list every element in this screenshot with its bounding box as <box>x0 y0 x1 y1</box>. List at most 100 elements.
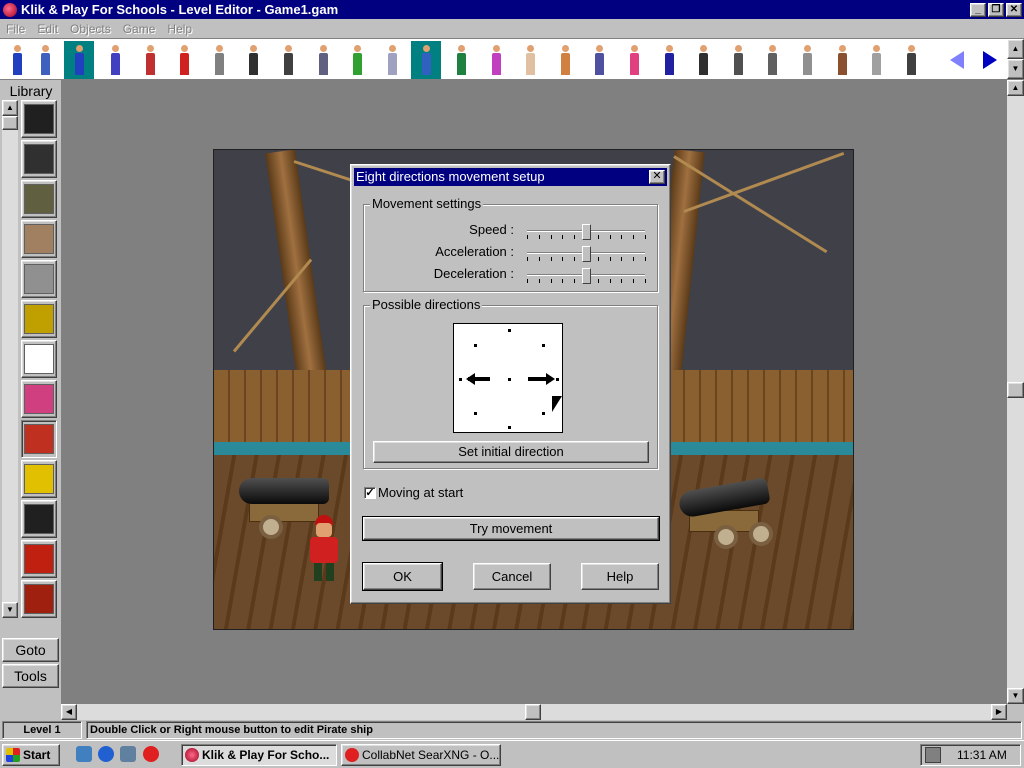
object-figure-icon[interactable] <box>550 41 580 79</box>
scroll-left-arrow[interactable]: ◀ <box>61 704 77 720</box>
smiley-face-icon <box>24 344 54 374</box>
horizontal-scroll-thumb[interactable] <box>525 704 541 720</box>
browser-icon[interactable] <box>98 746 114 762</box>
task-klik-play[interactable]: Klik & Play For Scho... <box>181 744 337 766</box>
cancel-button[interactable]: Cancel <box>473 563 551 590</box>
library-item-king[interactable] <box>21 460 57 498</box>
object-figure-icon[interactable] <box>619 41 649 79</box>
slider-thumb[interactable] <box>582 246 591 262</box>
library-scroll-thumb[interactable] <box>2 116 18 130</box>
opera-icon[interactable] <box>143 746 159 762</box>
object-figure-icon[interactable] <box>377 41 407 79</box>
tray-icon[interactable] <box>925 747 941 763</box>
object-figure-icon[interactable] <box>861 41 891 79</box>
object-figure-icon[interactable] <box>688 41 718 79</box>
slider-thumb[interactable] <box>582 224 591 240</box>
dialog-close-button[interactable]: ✕ <box>649 170 665 184</box>
restore-button[interactable]: ❐ <box>988 2 1004 17</box>
object-figure-icon[interactable] <box>169 41 199 79</box>
object-figure-icon[interactable] <box>827 41 857 79</box>
object-figure-icon[interactable] <box>273 41 303 79</box>
scroll-left-icon[interactable] <box>942 41 972 79</box>
task-searxng[interactable]: CollabNet SearXNG - O... <box>341 744 501 766</box>
channels-icon[interactable] <box>120 746 136 762</box>
object-figure-icon[interactable] <box>204 41 234 79</box>
library-panel: Library ▲ ▼ Goto Tools <box>0 80 61 720</box>
slider-label: Acceleration : <box>435 244 514 259</box>
scroll-right-arrow[interactable]: ▶ <box>991 704 1007 720</box>
direction-selector[interactable] <box>453 323 563 433</box>
library-item-clown[interactable] <box>21 420 57 458</box>
ok-button[interactable]: OK <box>362 562 443 591</box>
start-button[interactable]: Start <box>2 744 60 766</box>
library-item-building[interactable] <box>21 220 57 258</box>
eight-directions-icon[interactable] <box>30 41 60 79</box>
menu-edit[interactable]: Edit <box>31 22 64 36</box>
workspace-vertical-scrollbar[interactable]: ▲ ▼ <box>1007 80 1024 704</box>
library-item-clapperboard-2[interactable] <box>21 140 57 178</box>
wheel <box>714 525 738 549</box>
menu-objects[interactable]: Objects <box>64 22 117 36</box>
menu-file[interactable]: File <box>0 22 31 36</box>
library-item-camera[interactable] <box>21 260 57 298</box>
clapperboard-1-icon <box>24 104 54 134</box>
library-item-clapperboard-1[interactable] <box>21 100 57 138</box>
object-figure-icon[interactable] <box>135 41 165 79</box>
menu-game[interactable]: Game <box>117 22 162 36</box>
moving-at-start-checkbox[interactable]: ✓ <box>364 487 376 499</box>
slider-track[interactable] <box>527 268 646 284</box>
library-item-key[interactable] <box>21 300 57 338</box>
object-figure-icon[interactable] <box>757 41 787 79</box>
level-indicator: Level 1 <box>2 721 82 739</box>
slider-track[interactable] <box>527 246 646 262</box>
object-figure-icon[interactable] <box>446 41 476 79</box>
tools-button[interactable]: Tools <box>2 664 59 688</box>
object-figure-icon[interactable] <box>238 41 268 79</box>
object-figure-icon[interactable] <box>515 41 545 79</box>
selected-movement-icon[interactable] <box>64 41 94 79</box>
show-desktop-icon[interactable] <box>76 746 92 762</box>
object-figure-icon[interactable] <box>481 41 511 79</box>
pirate-character[interactable] <box>300 515 350 585</box>
library-item-monster[interactable] <box>21 580 57 618</box>
toolbar-up-arrow[interactable]: ▲ <box>1007 39 1024 59</box>
klik-play-icon <box>185 748 199 762</box>
workspace-horizontal-scrollbar[interactable]: ◀ ▶ <box>61 704 1007 720</box>
library-scroll-up[interactable]: ▲ <box>2 100 18 116</box>
object-figure-icon[interactable] <box>411 41 442 79</box>
menu-help[interactable]: Help <box>161 22 198 36</box>
object-figure-icon[interactable] <box>308 41 338 79</box>
library-item-score-counter[interactable] <box>21 180 57 218</box>
library-item-witch[interactable] <box>21 500 57 538</box>
object-figure-icon[interactable] <box>792 41 822 79</box>
moving-at-start-label[interactable]: Moving at start <box>378 485 463 500</box>
scroll-down-arrow[interactable]: ▼ <box>1007 688 1024 704</box>
toolbar-down-arrow[interactable]: ▼ <box>1007 59 1024 79</box>
scroll-up-arrow[interactable]: ▲ <box>1007 80 1024 96</box>
object-figure-icon[interactable] <box>654 41 684 79</box>
object-figure-icon[interactable] <box>342 41 372 79</box>
library-scroll-down[interactable]: ▼ <box>2 602 18 618</box>
object-figure-icon[interactable] <box>723 41 753 79</box>
close-button[interactable]: ✕ <box>1006 2 1022 17</box>
minimize-button[interactable]: _ <box>970 2 986 17</box>
slider-track[interactable] <box>527 224 646 240</box>
try-movement-button[interactable]: Try movement <box>362 516 660 541</box>
possible-directions-title: Possible directions <box>370 297 483 312</box>
camera-icon <box>24 264 54 294</box>
help-button[interactable]: Help <box>581 563 659 590</box>
run-man-icon[interactable] <box>2 41 32 79</box>
library-scrollbar[interactable]: ▲ ▼ <box>2 100 18 618</box>
library-item-bug[interactable] <box>21 540 57 578</box>
object-figure-icon[interactable] <box>100 41 130 79</box>
library-item-smiley-face[interactable] <box>21 340 57 378</box>
object-figure-icon[interactable] <box>584 41 614 79</box>
library-item-flower[interactable] <box>21 380 57 418</box>
set-initial-direction-button[interactable]: Set initial direction <box>373 441 649 463</box>
object-figure-icon[interactable] <box>896 41 926 79</box>
scroll-right-icon[interactable] <box>975 41 1005 79</box>
vertical-scroll-thumb[interactable] <box>1007 382 1024 398</box>
slider-thumb[interactable] <box>582 268 591 284</box>
app-icon[interactable] <box>3 2 17 17</box>
goto-button[interactable]: Goto <box>2 638 59 662</box>
